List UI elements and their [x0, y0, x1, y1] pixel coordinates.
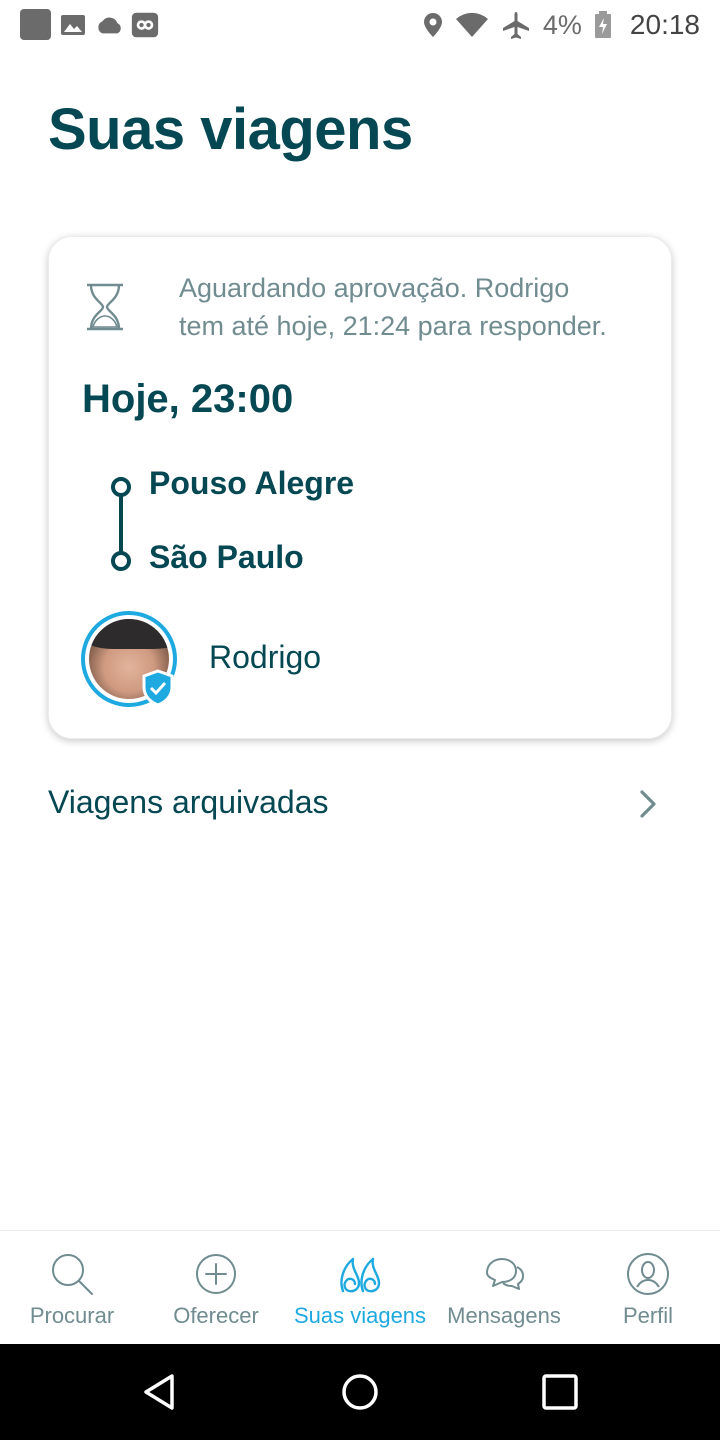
back-icon[interactable]	[140, 1372, 180, 1412]
battery-icon	[594, 11, 611, 38]
nav-label-perfil: Perfil	[622, 1303, 674, 1328]
chevron-right-icon	[640, 790, 656, 818]
nav-procurar[interactable]: Procurar	[0, 1231, 144, 1344]
image-icon	[59, 11, 87, 39]
arrival-city: São Paulo	[149, 539, 304, 575]
archived-trips-link[interactable]: Viagens arquivadas	[48, 774, 672, 834]
route: Pouso Alegre São Paulo	[109, 463, 609, 575]
airplane-icon	[502, 12, 529, 39]
search-icon	[52, 1254, 93, 1295]
location-icon	[423, 13, 442, 37]
archived-trips-label: Viagens arquivadas	[48, 784, 329, 820]
nav-perfil[interactable]: Perfil	[576, 1231, 720, 1344]
approval-status-line-2: tem até hoje, 21:24 para responder.	[179, 311, 607, 341]
trip-datetime: Hoje, 23:00	[82, 377, 294, 421]
driver-name: Rodrigo	[209, 639, 322, 675]
profile-icon	[627, 1253, 669, 1295]
departure-city: Pouso Alegre	[149, 465, 355, 501]
home-icon[interactable]	[340, 1372, 380, 1412]
infinity-icon	[131, 11, 159, 39]
nav-label-suas-viagens: Suas viagens	[293, 1303, 427, 1328]
nav-label-oferecer: Oferecer	[173, 1303, 259, 1328]
nav-oferecer[interactable]: Oferecer	[144, 1231, 288, 1344]
nav-suas-viagens[interactable]: Suas viagens	[288, 1231, 432, 1344]
system-nav-bar	[0, 1344, 720, 1440]
route-line-icon	[111, 477, 131, 571]
driver-info[interactable]: Rodrigo	[81, 611, 641, 707]
hourglass-icon	[87, 283, 123, 331]
page-title: Suas viagens	[48, 97, 413, 162]
trips-icon	[340, 1257, 381, 1293]
wifi-icon	[455, 12, 488, 37]
chat-icon	[486, 1258, 524, 1290]
clock: 20:18	[629, 9, 700, 40]
status-bar: 4% 20:18	[0, 0, 720, 50]
app-icon	[20, 9, 51, 40]
approval-status-line-1: Aguardando aprovação. Rodrigo	[179, 273, 570, 303]
verified-badge-icon	[142, 669, 174, 707]
plus-circle-icon	[196, 1254, 236, 1294]
battery-percent: 4%	[542, 9, 582, 40]
cloud-icon	[95, 11, 123, 39]
recents-icon[interactable]	[540, 1372, 580, 1412]
trip-card[interactable]: Aguardando aprovação. Rodrigo tem até ho…	[48, 236, 672, 739]
nav-mensagens[interactable]: Mensagens	[432, 1231, 576, 1344]
nav-label-procurar: Procurar	[29, 1303, 115, 1328]
nav-label-mensagens: Mensagens	[447, 1303, 561, 1328]
bottom-nav: Procurar Oferecer Suas viagens Mensagens…	[0, 1230, 720, 1344]
